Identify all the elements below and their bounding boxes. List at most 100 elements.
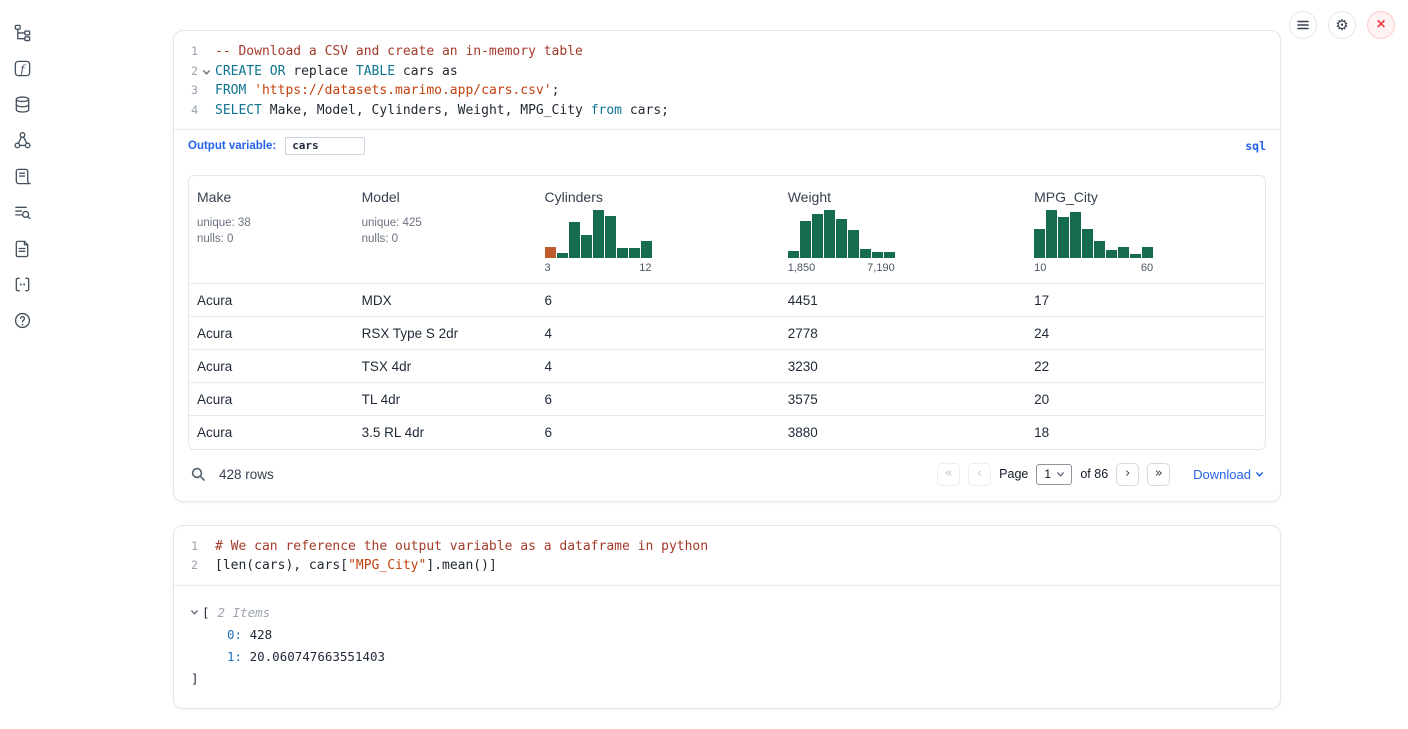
histogram-bar [1070,212,1081,258]
sidebar-toc-search-button[interactable] [11,201,33,223]
table-cell: RSX Type S 2dr [354,317,537,350]
output-variable-label: Output variable: [188,140,276,152]
line-number: 1 [180,42,198,62]
output-variable-input[interactable] [285,137,365,155]
fold-gutter [198,537,215,543]
line-number: 2 [180,556,198,576]
close-button[interactable]: × [1367,11,1395,39]
histogram-bar [569,222,580,258]
sidebar-logs-button[interactable] [11,165,33,187]
sql-code-editor[interactable]: 1 -- Download a CSV and create an in-memo… [174,31,1280,130]
table-cell: MDX [354,284,537,317]
code-token: cars; [622,103,669,118]
column-header[interactable]: Weight1,8507,190 [780,176,1026,284]
histogram-max-label: 7,190 [867,262,895,274]
table-cell: Acura [189,317,354,350]
histogram-bar [1034,229,1045,258]
search-icon [190,466,206,482]
tree-collapse-toggle[interactable] [190,602,199,624]
column-header[interactable]: Makeunique: 38nulls: 0 [189,176,354,284]
chevron-down-icon [202,68,211,77]
histogram-bar [788,251,799,258]
column-histogram: 312 [545,210,652,274]
histogram-bars [545,210,652,258]
code-token: CREATE [215,64,262,79]
histogram-bar [872,252,883,258]
sidebar-help-button[interactable] [11,309,33,331]
sidebar-scratchpad-button[interactable]: f [11,57,33,79]
histogram-min-label: 10 [1034,262,1046,274]
column-header[interactable]: Cylinders312 [537,176,780,284]
sidebar-dependency-graph-button[interactable] [11,129,33,151]
column-header[interactable]: Modelunique: 425nulls: 0 [354,176,537,284]
code-token: 'https://datasets.marimo.app/cars.csv' [254,83,551,98]
tree-entry-key: 0: [227,627,242,642]
database-icon [13,95,32,114]
table-search-button[interactable] [190,466,206,482]
code-text: -- Download a CSV and create an in-memor… [215,42,583,62]
fold-gutter [198,101,215,107]
topbar-controls: ⚙ × [1289,11,1395,39]
histogram-bars [1034,210,1153,258]
data-table-card: Makeunique: 38nulls: 0Modelunique: 425nu… [188,175,1266,450]
sidebar-datasources-button[interactable] [11,93,33,115]
code-token: cars as [395,64,458,79]
column-histogram: 1060 [1034,210,1153,274]
first-page-button[interactable]: « [937,463,960,486]
code-text: CREATE OR replace TABLE cars as [215,62,458,82]
table-footer: 428 rows « ‹ Page 1 of 86 › » Download [174,450,1280,501]
code-token: # We can reference the output variable a… [215,539,708,554]
table-cell: Acura [189,284,354,317]
python-code-editor[interactable]: 1# We can reference the output variable … [174,526,1280,586]
histogram-bar [1082,229,1093,258]
settings-button[interactable]: ⚙ [1328,11,1356,39]
sidebar-documentation-button[interactable] [11,273,33,295]
language-badge: sql [1245,139,1266,153]
code-text: # We can reference the output variable a… [215,537,708,557]
code-token: ; [552,83,560,98]
left-sidebar: f [0,0,44,729]
page-select-value: 1 [1044,467,1051,481]
last-page-button[interactable]: » [1147,463,1170,486]
column-name: MPG_City [1034,189,1257,205]
svg-text:f: f [19,61,26,75]
histogram-bar [605,216,616,258]
table-cell: 18 [1026,416,1265,449]
column-header[interactable]: MPG_City 1060 [1026,176,1265,284]
histogram-range-labels: 1060 [1034,262,1153,274]
tree-entry-value: 428 [242,627,272,642]
column-name: Make [197,189,346,205]
column-stat: unique: 425 [362,215,529,231]
function-icon: f [13,59,32,78]
table-cell: Acura [189,416,354,449]
sidebar-snippets-button[interactable] [11,237,33,259]
next-page-button[interactable]: › [1116,463,1139,486]
table-cell: 24 [1026,317,1265,350]
code-token: -- Download a CSV and create an in-memor… [215,44,583,59]
code-text: SELECT Make, Model, Cylinders, Weight, M… [215,101,669,121]
code-text: [len(cars), cars["MPG_City"].mean()] [215,556,497,576]
notebook: 1 -- Download a CSV and create an in-memo… [173,30,1281,709]
code-token: FROM [215,83,246,98]
histogram-bar [1130,254,1141,258]
sidebar-file-tree-button[interactable] [11,21,33,43]
table-cell: 22 [1026,350,1265,383]
brackets-dots-icon [13,275,32,294]
fold-toggle[interactable] [198,62,215,77]
column-stat: unique: 38 [197,215,346,231]
download-button[interactable]: Download [1193,467,1264,482]
table-cell: 3230 [780,350,1026,383]
prev-page-button[interactable]: ‹ [968,463,991,486]
line-number: 4 [180,101,198,121]
histogram-bar [641,241,652,258]
table-cell: TL 4dr [354,383,537,416]
histogram-bar [557,253,568,258]
page-select[interactable]: 1 [1036,464,1072,485]
data-table: Makeunique: 38nulls: 0Modelunique: 425nu… [189,176,1265,449]
histogram-max-label: 12 [639,262,651,274]
code-token: replace [285,64,355,79]
list-search-icon [13,203,32,222]
table-row: AcuraMDX6445117 [189,284,1265,317]
document-icon [13,239,32,258]
menu-button[interactable] [1289,11,1317,39]
